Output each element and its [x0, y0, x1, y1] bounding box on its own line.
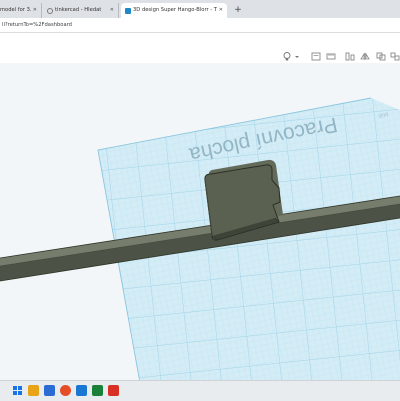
tab-tinkercad-label: 3D design Super Hango-Blorr - Ti — [133, 7, 217, 13]
mirror-icon[interactable] — [360, 52, 370, 61]
close-icon[interactable]: ✕ — [110, 3, 114, 18]
lightbulb-icon[interactable] — [282, 52, 292, 61]
group-icon[interactable] — [376, 52, 386, 61]
app-icon[interactable] — [108, 385, 119, 396]
3d-viewport[interactable]: Pracovní plocha Milli — [0, 63, 400, 380]
app-toolbar — [0, 33, 400, 63]
app-icon[interactable] — [76, 385, 87, 396]
align-icon[interactable] — [345, 52, 355, 61]
ruler-icon[interactable] — [326, 52, 336, 61]
new-tab-button[interactable]: + — [231, 3, 245, 17]
tab-model[interactable]: model for 3... ✕ — [0, 3, 42, 18]
taskbar — [0, 380, 400, 401]
chevron-down-icon[interactable] — [294, 52, 300, 61]
tab-strip: model for 3... ✕ tinkercad - Hledat ✕ 3D… — [0, 0, 400, 18]
app-icon[interactable] — [44, 385, 55, 396]
browser-icon[interactable] — [60, 385, 71, 396]
address-bar[interactable]: ll?returnTo=%2Fdashboard — [0, 18, 400, 33]
file-explorer-icon[interactable] — [28, 385, 39, 396]
close-icon[interactable]: ✕ — [219, 3, 223, 18]
tab-tinkercad[interactable]: 3D design Super Hango-Blorr - Ti ✕ — [121, 3, 227, 18]
tab-model-label: model for 3... — [0, 7, 31, 13]
windows-start-icon[interactable] — [12, 385, 23, 396]
url-text[interactable]: ll?returnTo=%2Fdashboard — [0, 18, 72, 32]
note-icon[interactable] — [311, 52, 321, 61]
tab-search-label: tinkercad - Hledat — [55, 7, 102, 13]
tinkercad-logo-icon — [125, 7, 131, 14]
app-icon[interactable] — [92, 385, 103, 396]
ungroup-icon[interactable] — [390, 52, 400, 61]
tab-search[interactable]: tinkercad - Hledat ✕ — [43, 3, 119, 18]
search-icon — [47, 7, 53, 14]
close-icon[interactable]: ✕ — [33, 3, 37, 18]
